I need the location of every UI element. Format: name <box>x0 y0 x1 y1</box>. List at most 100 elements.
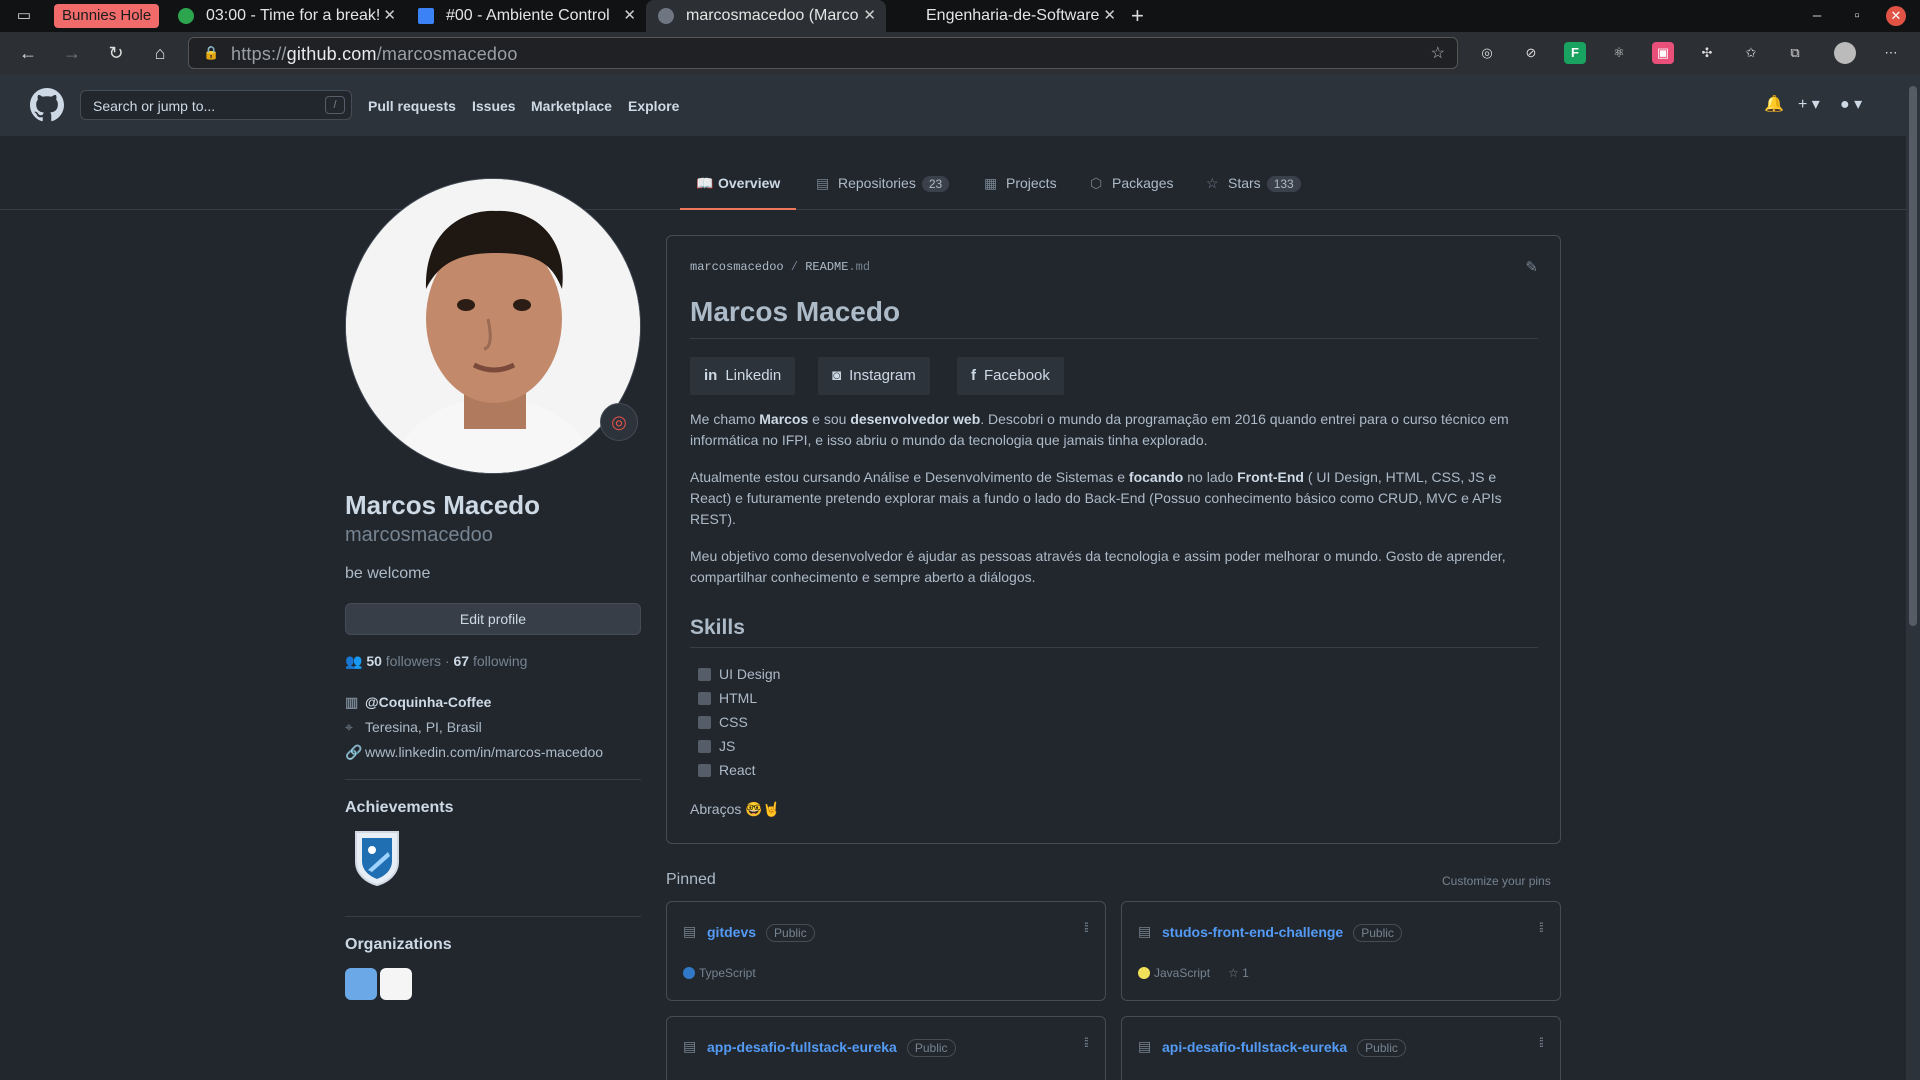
minimize-icon[interactable]: – <box>1798 0 1836 32</box>
repo-stars[interactable]: ☆ 1 <box>1228 966 1249 980</box>
repo-icon: ▤ <box>1138 1038 1152 1054</box>
tab-bar: ▭ Bunnies Hole 03:00 - Time for a break!… <box>0 0 1920 32</box>
following-link[interactable]: following <box>473 653 527 669</box>
forward-icon[interactable]: → <box>60 41 84 65</box>
location-icon: ⌖ <box>345 719 353 735</box>
repo-name-link[interactable]: gitdevs Public <box>707 924 815 942</box>
nav-marketplace[interactable]: Marketplace <box>531 98 612 114</box>
window-close-icon[interactable]: ✕ <box>1886 6 1906 26</box>
skill-item: CSS <box>698 714 748 730</box>
tab-repositories[interactable]: ▤ Repositories 23 <box>816 175 950 209</box>
repo-name-link[interactable]: studos-front-end-challenge Public <box>1162 924 1402 942</box>
tab-projects[interactable]: ▦ Projects <box>984 175 1057 209</box>
location-row: ⌖ Teresina, PI, Brasil <box>345 719 482 735</box>
extension-icon[interactable]: ⊘ <box>1520 42 1542 64</box>
linkedin-badge[interactable]: in Linkedin <box>690 357 796 395</box>
repo-language: JavaScript ☆ 1 <box>1138 966 1249 980</box>
visibility-badge: Public <box>1357 1039 1406 1057</box>
extension-icon[interactable]: ⚛ <box>1608 42 1630 64</box>
profile-icon[interactable] <box>1834 42 1856 64</box>
facebook-icon: f <box>971 367 976 384</box>
tab-engenharia[interactable]: Engenharia-de-Software ✕ <box>886 0 1126 32</box>
pinned-repo-card: ▤ api-desafio-fullstack-eureka Public ⁞⁞ <box>1121 1016 1561 1080</box>
page-scrollbar[interactable] <box>1906 74 1920 1080</box>
visibility-badge: Public <box>1353 924 1402 942</box>
back-icon[interactable]: ← <box>16 41 40 65</box>
website-row[interactable]: 🔗 www.linkedin.com/in/marcos-macedoo <box>345 744 603 761</box>
organization-avatar[interactable] <box>345 968 377 1000</box>
tab-close-icon[interactable]: ✕ <box>863 0 876 32</box>
edit-profile-button[interactable]: Edit profile <box>345 603 641 635</box>
tab-ambiente[interactable]: #00 - Ambiente Control ✕ <box>406 0 646 32</box>
pinned-repo-card: ▤ studos-front-end-challenge Public ⁞⁞ Ja… <box>1121 901 1561 1001</box>
drag-handle-icon[interactable]: ⁞⁞ <box>1084 1035 1089 1050</box>
tab-stars[interactable]: ☆ Stars 133 <box>1206 175 1301 209</box>
readme-path: marcosmacedoo / README.md <box>690 260 871 274</box>
instagram-badge[interactable]: ◙ Instagram <box>818 357 930 395</box>
tab-close-icon[interactable]: ✕ <box>1103 0 1116 32</box>
tab-close-icon[interactable]: ✕ <box>383 0 396 32</box>
tab-packages[interactable]: ⬡ Packages <box>1090 175 1173 209</box>
checkbox-icon <box>698 764 711 777</box>
puzzle-icon[interactable]: ✣ <box>1696 42 1718 64</box>
edit-pencil-icon[interactable]: ✎ <box>1525 258 1538 276</box>
extension-icon[interactable]: F <box>1564 42 1586 64</box>
customize-pins-link[interactable]: Customize your pins <box>1442 874 1551 888</box>
address-bar[interactable]: 🔒 https://github.com/marcosmacedoo ☆ <box>188 37 1458 69</box>
nav-bar: ← → ↻ ⌂ 🔒 https://github.com/marcosmaced… <box>0 32 1920 74</box>
checkbox-icon <box>698 692 711 705</box>
avatar[interactable] <box>345 178 641 474</box>
pinned-repo-card: ▤ app-desafio-fullstack-eureka Public ⁞⁞ <box>666 1016 1106 1080</box>
achievement-badge[interactable] <box>352 830 402 886</box>
organization-avatar[interactable] <box>380 968 412 1000</box>
tab-actions-icon[interactable]: ▭ <box>12 4 36 28</box>
profile-tabs: 📖 Overview ▤ Repositories 23 ▦ Projects ⬡ Pac… <box>0 136 1906 210</box>
skill-item: HTML <box>698 690 757 706</box>
followers-link[interactable]: followers <box>386 653 441 669</box>
more-icon[interactable]: ⋯ <box>1880 42 1902 64</box>
new-tab-icon[interactable]: + <box>1131 0 1144 32</box>
avatar-photo <box>346 179 640 473</box>
favorite-star-icon[interactable]: ☆ <box>1431 43 1445 63</box>
scrollbar-thumb[interactable] <box>1909 86 1917 626</box>
search-input[interactable]: Search or jump to... / <box>80 90 352 120</box>
tab-github-profile[interactable]: marcosmacedoo (Marco ✕ <box>646 0 886 32</box>
url-text: https://github.com/marcosmacedoo <box>231 44 518 64</box>
followers-count[interactable]: 50 <box>366 653 382 669</box>
tab-overview[interactable]: 📖 Overview <box>680 175 797 210</box>
home-icon[interactable]: ⌂ <box>148 41 172 65</box>
status-target-icon[interactable]: ◎ <box>600 403 638 441</box>
extension-icon[interactable]: ▣ <box>1652 42 1674 64</box>
favorites-icon[interactable]: ✩ <box>1740 42 1762 64</box>
extension-icon[interactable]: ◎ <box>1476 42 1498 64</box>
reload-icon[interactable]: ↻ <box>104 41 128 65</box>
repo-name-link[interactable]: app-desafio-fullstack-eureka Public <box>707 1039 956 1057</box>
create-new-icon[interactable]: + ▾ <box>1798 94 1820 114</box>
facebook-badge[interactable]: f Facebook <box>957 357 1064 395</box>
restore-icon[interactable]: ▫ <box>1838 0 1876 32</box>
github-logo-icon[interactable] <box>30 88 64 122</box>
divider <box>345 779 641 780</box>
tab-close-icon[interactable]: ✕ <box>623 0 636 32</box>
repo-icon: ▤ <box>683 923 697 939</box>
repo-name-link[interactable]: api-desafio-fullstack-eureka Public <box>1162 1039 1406 1057</box>
readme-closing: Abraços 🤓🤘 <box>690 801 781 817</box>
collections-icon[interactable]: ⧉ <box>1784 42 1806 64</box>
company-row[interactable]: ▥ @Coquinha-Coffee <box>345 694 491 711</box>
profile-username: marcosmacedoo <box>345 524 493 546</box>
following-count[interactable]: 67 <box>454 653 470 669</box>
nav-issues[interactable]: Issues <box>472 98 516 114</box>
drag-handle-icon[interactable]: ⁞⁞ <box>1539 1035 1544 1050</box>
bell-icon[interactable]: 🔔 <box>1764 94 1784 114</box>
nav-pull-requests[interactable]: Pull requests <box>368 98 456 114</box>
tab-group-label[interactable]: Bunnies Hole <box>54 4 160 28</box>
readme-paragraph: Atualmente estou cursando Análise e Dese… <box>690 469 1502 527</box>
drag-handle-icon[interactable]: ⁞⁞ <box>1539 920 1544 935</box>
divider <box>690 338 1538 339</box>
repo-icon: ▤ <box>683 1038 697 1054</box>
nav-explore[interactable]: Explore <box>628 98 679 114</box>
package-icon: ⬡ <box>1090 175 1103 191</box>
tab-break[interactable]: 03:00 - Time for a break! ✕ <box>166 0 406 32</box>
drag-handle-icon[interactable]: ⁞⁞ <box>1084 920 1089 935</box>
user-menu-icon[interactable]: ● ▾ <box>1840 94 1862 114</box>
